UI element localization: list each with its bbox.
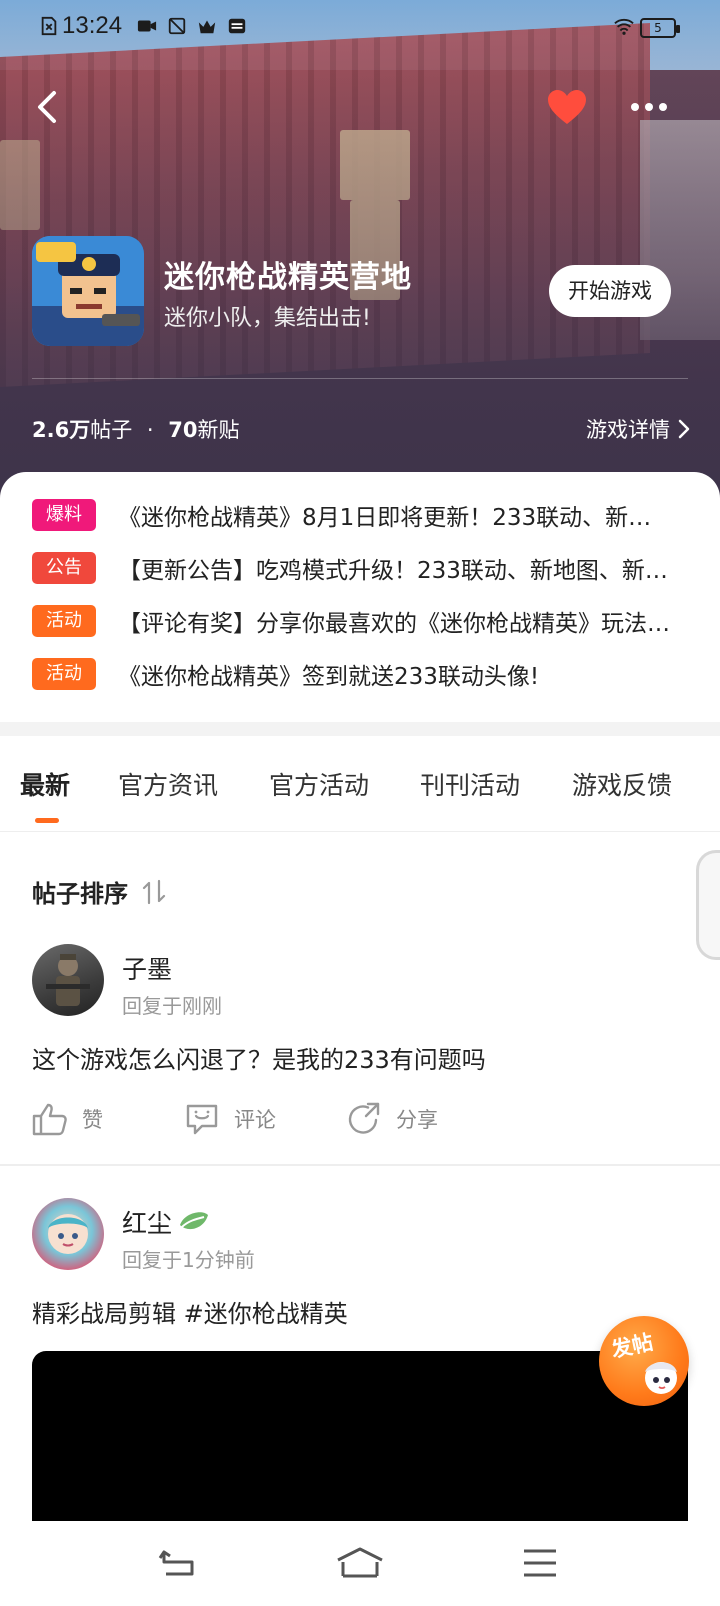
avatar[interactable] [32,944,104,1016]
comment-button[interactable]: 评论 [184,1102,294,1136]
heart-icon [548,90,586,124]
side-drawer-handle[interactable] [696,850,720,960]
chevron-right-icon [678,419,690,439]
post-divider [0,1164,720,1166]
announcement-item[interactable]: 活动 【评论有奖】分享你最喜欢的《迷你枪战精英》玩法… [32,604,672,638]
card-icon [228,18,246,34]
post-content[interactable]: 这个游戏怎么闪退了？是我的233有问题吗 [32,1040,486,1075]
like-button[interactable]: 赞 [32,1102,132,1136]
author-name: 子墨 [122,955,173,984]
back-icon [38,91,56,123]
category-tabs: 最新 官方资讯 官方活动 刊刊活动 游戏反馈 [0,736,720,832]
nav-menu-button[interactable] [510,1535,570,1591]
like-label: 赞 [82,1108,103,1132]
announcement-text: 【更新公告】吃鸡模式升级！233联动、新地图、新枪械… [118,558,672,584]
post-author[interactable]: 红尘 [122,1204,210,1240]
announcement-tag-event: 活动 [32,605,96,637]
announcement-text: 《迷你枪战精英》签到就送233联动头像! [118,664,540,690]
video-thumbnail[interactable] [32,1351,688,1521]
post-content[interactable]: 精彩战局剪辑 #迷你枪战精英 [32,1294,348,1329]
post-author[interactable]: 子墨 [122,950,172,986]
tab-game-feedback[interactable]: 游戏反馈 [572,766,672,802]
favorite-button[interactable] [542,82,592,132]
tab-community-events[interactable]: 刊刊活动 [420,766,520,802]
announcement-tag-notice: 公告 [32,552,96,584]
post-sort-button[interactable]: 帖子排序 [32,874,166,909]
game-details-link[interactable]: 游戏详情 [586,414,690,444]
posts-label: 帖子 [90,418,133,442]
active-tab-indicator [35,818,59,823]
soldier-avatar-icon [46,954,90,1006]
status-bar: 13:24 5 [0,0,720,56]
share-button[interactable]: 分享 [346,1102,438,1136]
new-posts-label: 新贴 [197,418,240,442]
tab-official-news[interactable]: 官方资讯 [118,766,218,802]
menu-icon [524,1549,556,1577]
announcement-item[interactable]: 公告 【更新公告】吃鸡模式升级！233联动、新地图、新枪械… [32,551,672,585]
back-button[interactable] [22,82,72,132]
thumbs-up-icon [32,1103,67,1136]
wifi-icon [614,18,634,35]
announcement-text: 【评论有奖】分享你最喜欢的《迷你枪战精英》玩法… [118,611,670,637]
no-sound-icon [168,17,186,35]
game-title: 迷你枪战精英营地 [164,260,412,295]
stats-separator: · [146,418,154,442]
announcement-tag-event: 活动 [32,658,96,690]
tab-official-events[interactable]: 官方活动 [269,766,369,802]
tab-latest[interactable]: 最新 [20,766,70,802]
battery-indicator: 5 [640,18,680,38]
post-actions: 赞 评论 分享 [32,1099,490,1139]
section-gap [0,722,720,736]
divider [32,378,688,379]
home-icon [337,1547,383,1578]
game-details-label: 游戏详情 [586,418,670,442]
post-time: 回复于刚刚 [122,994,222,1018]
posts-count: 2.6万 [32,418,91,442]
game-icon[interactable] [32,236,144,346]
system-navigation-bar [0,1521,720,1606]
mascot-icon [645,1362,677,1394]
leaf-icon [180,1212,209,1230]
game-character-icon [32,236,144,346]
video-icon [137,20,157,32]
more-button[interactable] [624,82,674,132]
announcement-text: 《迷你枪战精英》8月1日即将更新！233联动、新玩法… [118,505,672,531]
announcement-tag-leak: 爆料 [32,499,96,531]
back-arrow-icon [158,1550,194,1576]
post-time: 回复于1分钟前 [122,1248,255,1272]
announcement-item[interactable]: 爆料 《迷你枪战精英》8月1日即将更新！233联动、新玩法… [32,498,672,532]
nav-back-button[interactable] [148,1535,208,1591]
status-time: 13:24 [62,12,123,39]
post-stats: 2.6万帖子 · 70新贴 [32,414,240,444]
start-game-button[interactable]: 开始游戏 [549,265,671,317]
game-header-banner: 13:24 5 迷你枪战精英营地 迷你小队，集结出击! 开始游戏 2.6万帖子 … [0,0,720,500]
post-sort-label: 帖子排序 [32,880,128,908]
comment-icon [186,1104,218,1135]
crown-icon [198,20,216,34]
more-icon [631,103,667,111]
nav-home-button[interactable] [330,1535,390,1591]
game-subtitle: 迷你小队，集结出击! [164,306,371,331]
sort-icon [142,879,166,904]
anime-avatar-icon [48,1214,88,1254]
comment-label: 评论 [234,1108,276,1132]
share-icon [348,1102,380,1134]
avatar[interactable] [32,1198,104,1270]
share-label: 分享 [396,1108,438,1132]
announcement-item[interactable]: 活动 《迷你枪战精英》签到就送233联动头像! [32,657,672,691]
new-posts-count: 70 [168,418,198,442]
sim-icon [41,16,57,36]
create-post-button[interactable]: 发帖 [599,1316,689,1406]
author-name: 红尘 [122,1209,173,1238]
announcement-list: 爆料 《迷你枪战精英》8月1日即将更新！233联动、新玩法… 公告 【更新公告】… [0,472,720,722]
